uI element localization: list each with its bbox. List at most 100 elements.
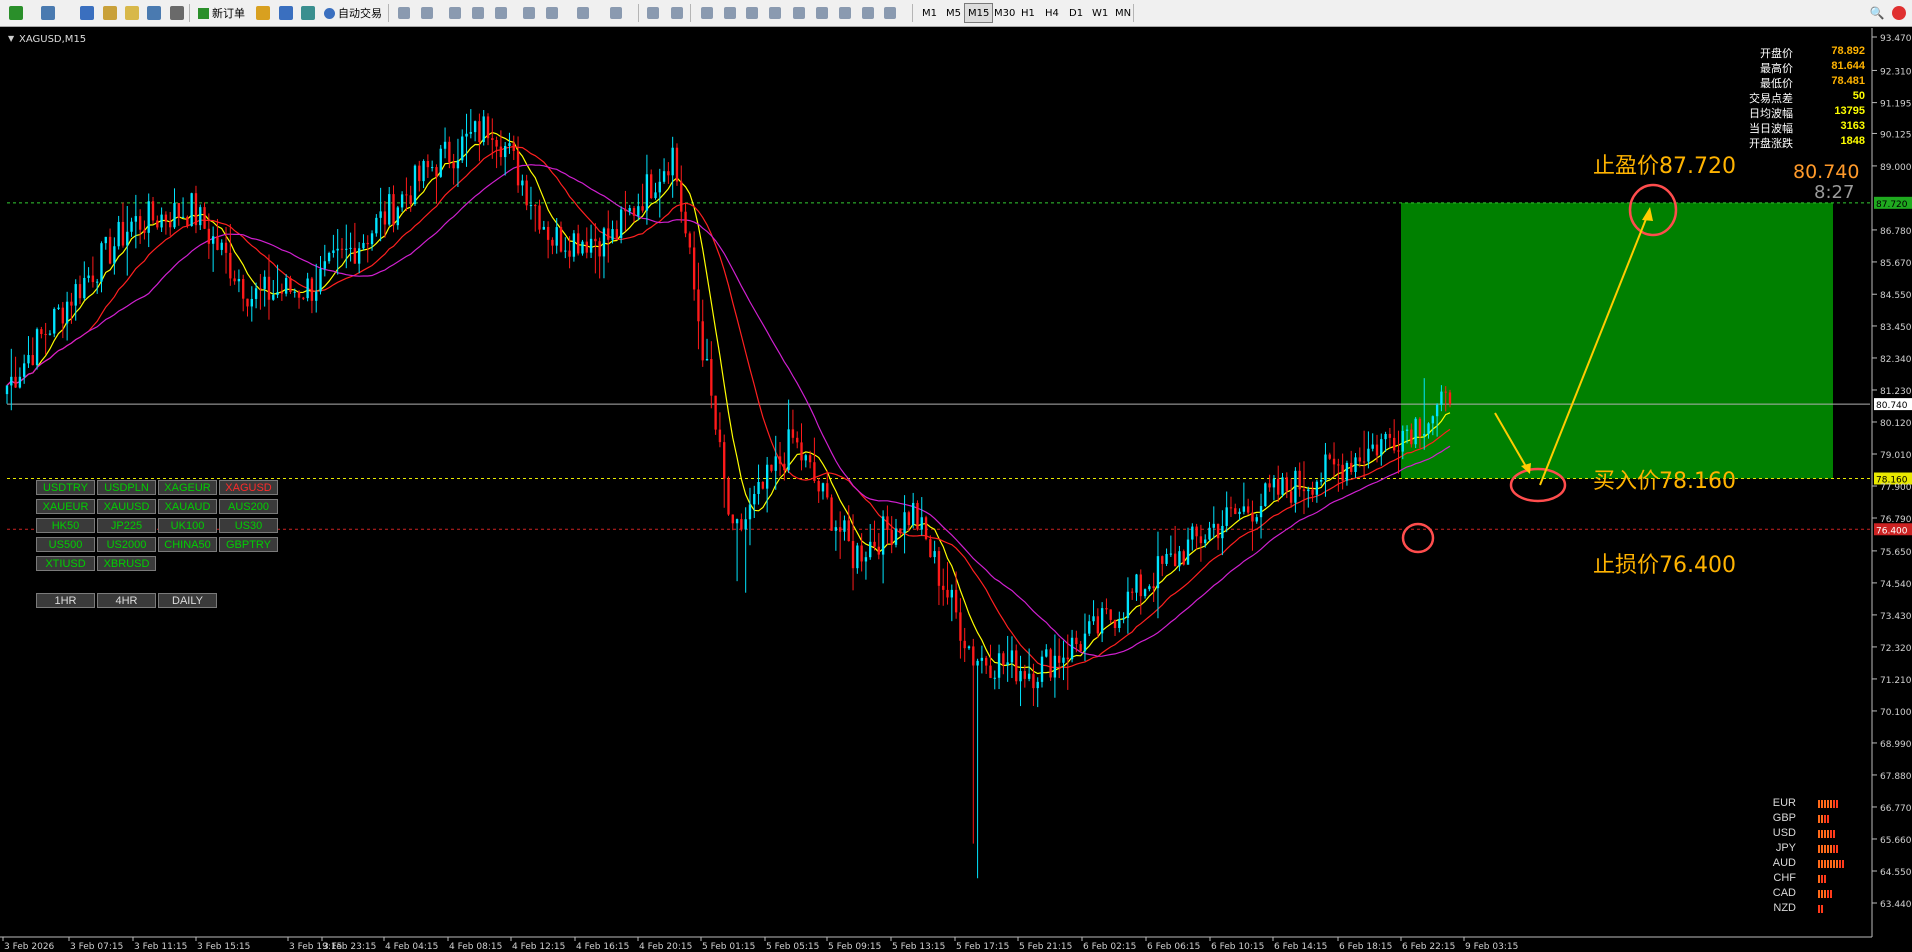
symbol-button-us500[interactable]: US500: [36, 537, 95, 552]
bar-countdown: 8:27: [1814, 182, 1854, 203]
currency-strength-bars: [1818, 860, 1844, 868]
symbol-triangle-icon: ▼: [8, 34, 15, 43]
info-label: 交易点差: [1749, 93, 1793, 105]
symbol-button-aus200[interactable]: AUS200: [219, 499, 278, 514]
search-icon[interactable]: 🔍: [1866, 3, 1888, 23]
autotrading-button[interactable]: 自动交易: [320, 3, 386, 23]
entry-label: 买入价78.160: [1593, 469, 1736, 494]
profiles-icon[interactable]: [37, 3, 59, 23]
cursor-icon[interactable]: [642, 3, 664, 23]
zoom-out-icon[interactable]: [467, 3, 489, 23]
signals-icon[interactable]: [297, 3, 319, 23]
crosshair-icon[interactable]: [666, 3, 688, 23]
shapes-icon[interactable]: [879, 3, 901, 23]
symbol-button-usdtry[interactable]: USDTRY: [36, 480, 95, 495]
candle: [439, 144, 442, 178]
symbol-button-xaueur[interactable]: XAUEUR: [36, 499, 95, 514]
gold-icon[interactable]: [252, 3, 274, 23]
symbol-button-us30[interactable]: US30: [219, 518, 278, 533]
price-tick-label: 71.210: [1880, 676, 1912, 686]
price-tick-label: 64.550: [1880, 868, 1912, 878]
candlestick-icon[interactable]: [416, 3, 438, 23]
time-tick-label: 5 Feb 05:15: [766, 942, 819, 952]
symbol-button-xagusd[interactable]: XAGUSD: [219, 480, 278, 495]
info-label: 最低价: [1760, 78, 1793, 90]
timeframe-m15[interactable]: M15: [964, 3, 994, 23]
candle: [714, 395, 717, 435]
candle: [289, 275, 292, 294]
indicators-icon[interactable]: [572, 3, 594, 23]
arrows-icon[interactable]: [857, 3, 879, 23]
timeframe-m30[interactable]: M30: [990, 3, 1019, 23]
time-tick-label: 5 Feb 21:15: [1019, 942, 1072, 952]
price-tick-label: 75.650: [1880, 548, 1912, 558]
price-tick-label: 66.770: [1880, 804, 1912, 814]
new-order-icon: [198, 7, 209, 19]
info-row: 开盘涨跌 1848: [1740, 135, 1865, 150]
bar-chart-icon[interactable]: [393, 3, 415, 23]
tile-windows-icon[interactable]: [490, 3, 512, 23]
period-button-1hr[interactable]: 1HR: [36, 593, 95, 608]
period-button-4hr[interactable]: 4HR: [97, 593, 156, 608]
currency-strength-bars: [1818, 905, 1823, 913]
price-tick-label: 85.670: [1880, 259, 1912, 269]
navigator-icon[interactable]: [99, 3, 121, 23]
symbol-button-hk50[interactable]: HK50: [36, 518, 95, 533]
market-watch-icon[interactable]: [76, 3, 98, 23]
timeframe-m5[interactable]: M5: [942, 3, 965, 23]
notification-icon[interactable]: [1889, 3, 1909, 23]
zoom-in-icon[interactable]: [444, 3, 466, 23]
data-window-icon[interactable]: [121, 3, 143, 23]
new-order-button[interactable]: 新订单: [194, 3, 249, 23]
symbol-button-jp225[interactable]: JP225: [97, 518, 156, 533]
info-label: 当日波幅: [1749, 123, 1793, 135]
symbol-button-gbptry[interactable]: GBPTRY: [219, 537, 278, 552]
time-tick-label: 3 Feb 2026: [4, 942, 55, 952]
symbol-button-us2000[interactable]: US2000: [97, 537, 156, 552]
trendline-icon[interactable]: [741, 3, 763, 23]
currency-label: CAD: [1772, 887, 1796, 899]
horizontal-line-icon[interactable]: [719, 3, 741, 23]
symbol-button-xbrusd[interactable]: XBRUSD: [97, 556, 156, 571]
symbol-button-xauusd[interactable]: XAUUSD: [97, 499, 156, 514]
symbol-button-usdpln[interactable]: USDPLN: [97, 480, 156, 495]
strategy-tester-icon[interactable]: [166, 3, 188, 23]
info-row: 交易点差 50: [1740, 90, 1865, 105]
timeframe-d1[interactable]: D1: [1065, 3, 1087, 23]
symbol-button-china50[interactable]: CHINA50: [158, 537, 217, 552]
timeframe-h4[interactable]: H4: [1041, 3, 1063, 23]
timeframe-m1[interactable]: M1: [918, 3, 941, 23]
fibonacci-icon[interactable]: [788, 3, 810, 23]
info-value: 13795: [1834, 105, 1865, 117]
symbol-button-xauaud[interactable]: XAUAUD: [158, 499, 217, 514]
timeframe-h1[interactable]: H1: [1017, 3, 1039, 23]
vertical-line-icon[interactable]: [696, 3, 718, 23]
templates-icon[interactable]: [605, 3, 627, 23]
candle: [53, 307, 56, 338]
period-button-daily[interactable]: DAILY: [158, 593, 217, 608]
chart-shift-icon[interactable]: [518, 3, 540, 23]
chart-area[interactable]: ▼ XAGUSD,M15 止盈价87.720 买入价78.160 止损价76.400 80…: [0, 28, 1912, 952]
alerts-icon[interactable]: [275, 3, 297, 23]
timeframe-w1[interactable]: W1: [1088, 3, 1112, 23]
new-chart-icon[interactable]: [5, 3, 27, 23]
autoscroll-icon[interactable]: [541, 3, 563, 23]
currency-strength-bars: [1818, 815, 1829, 823]
time-tick-label: 4 Feb 20:15: [639, 942, 692, 952]
price-tick-label: 82.340: [1880, 355, 1912, 365]
price-tick-label: 91.195: [1880, 100, 1912, 110]
price-axis-marker-label: 87.720: [1876, 200, 1908, 210]
symbol-button-xtiusd[interactable]: XTIUSD: [36, 556, 95, 571]
time-tick-label: 3 Feb 11:15: [134, 942, 187, 952]
text-label-icon[interactable]: [834, 3, 856, 23]
channels-icon[interactable]: [764, 3, 786, 23]
price-tick-label: 72.320: [1880, 644, 1912, 654]
toolbar: 新订单 自动交易 M1 M5 M15 M30 H1 H4 D1 W1 MN 🔍: [0, 0, 1912, 27]
symbol-button-xageur[interactable]: XAGEUR: [158, 480, 217, 495]
time-tick-label: 6 Feb 10:15: [1211, 942, 1264, 952]
terminal-icon[interactable]: [143, 3, 165, 23]
timeframe-mn[interactable]: MN: [1111, 3, 1135, 23]
text-icon[interactable]: [811, 3, 833, 23]
price-tick-label: 67.880: [1880, 772, 1912, 782]
symbol-button-uk100[interactable]: UK100: [158, 518, 217, 533]
